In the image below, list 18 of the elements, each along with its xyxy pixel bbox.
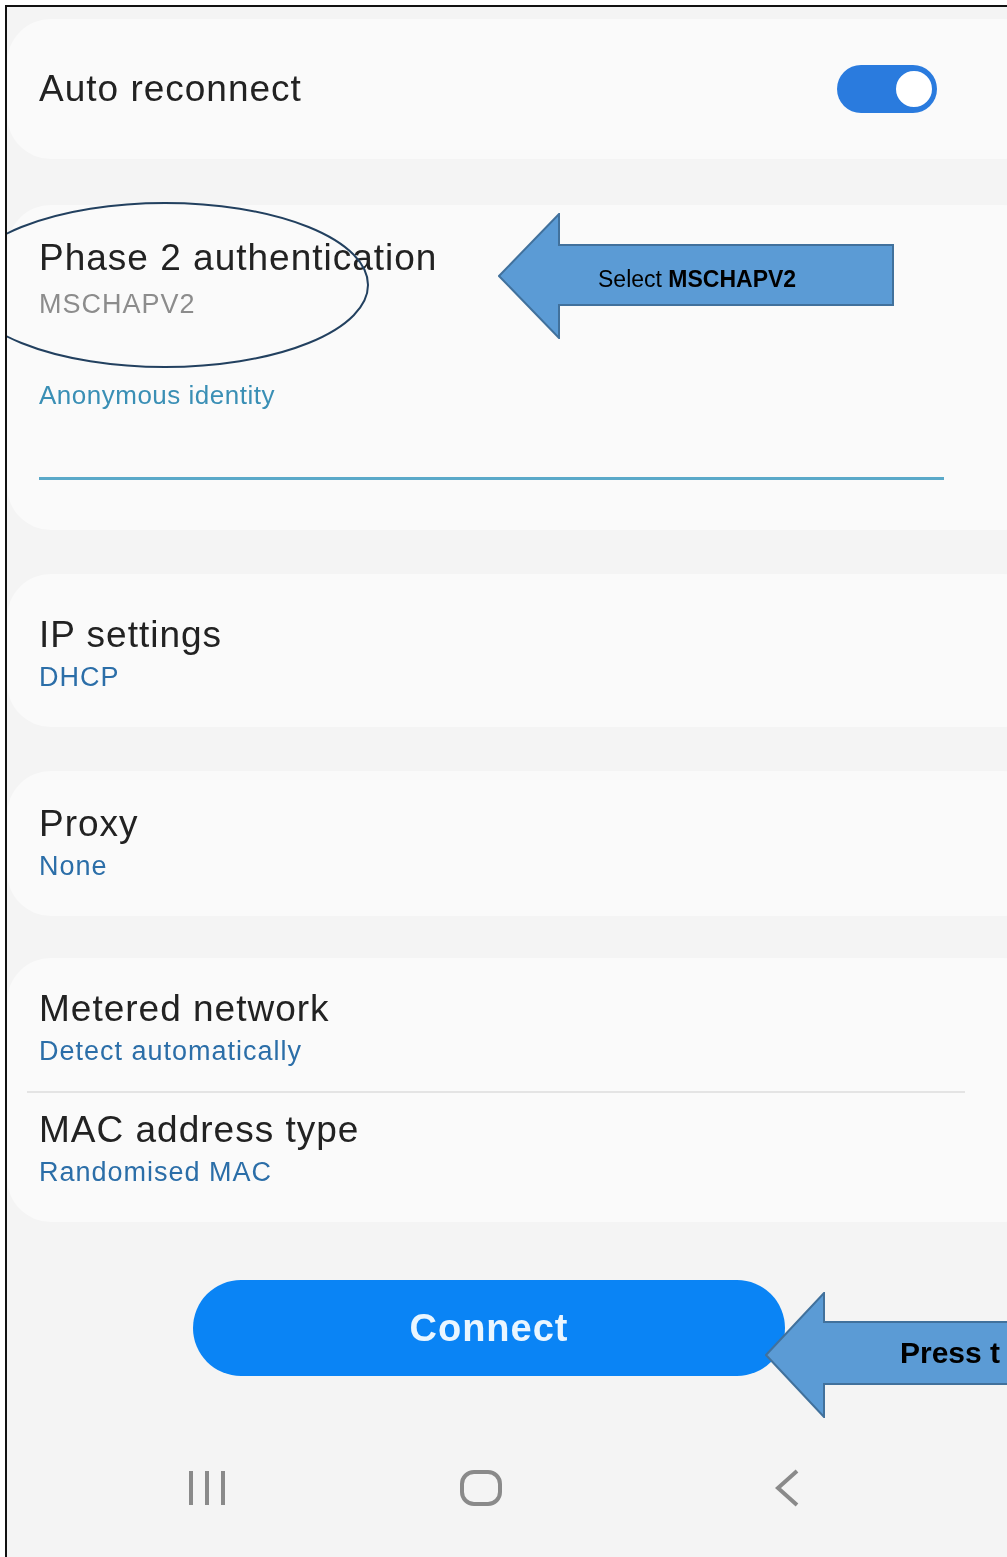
setting-title: MAC address type — [39, 1109, 360, 1152]
setting-value: Randomised MAC — [39, 1155, 273, 1189]
setting-value: None — [39, 849, 108, 883]
connect-button[interactable]: Connect — [193, 1280, 785, 1377]
setting-value: MSCHAPV2 — [39, 287, 196, 321]
callout-text: Press t — [900, 1338, 1001, 1368]
setting-title: Metered network — [39, 988, 330, 1031]
setting-title: IP settings — [39, 614, 223, 657]
setting-value: Detect automatically — [39, 1034, 303, 1068]
home-icon[interactable] — [459, 1469, 503, 1508]
setting-value: DHCP — [39, 660, 120, 694]
setting-title: Auto reconnect — [39, 67, 302, 111]
callout-text: Select MSCHAPV2 — [598, 268, 797, 291]
setting-title: Proxy — [39, 803, 139, 846]
input-field[interactable] — [39, 477, 944, 481]
back-icon[interactable] — [773, 1468, 801, 1509]
field-label: Anonymous identity — [39, 379, 275, 413]
toggle-switch[interactable] — [837, 65, 937, 113]
